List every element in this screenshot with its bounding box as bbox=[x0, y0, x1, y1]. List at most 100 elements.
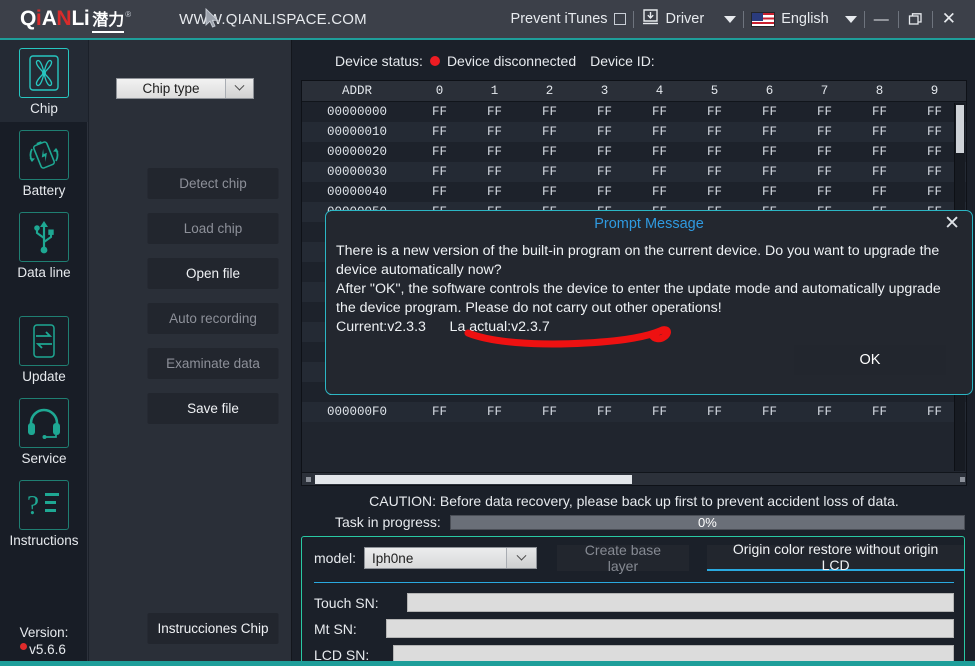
hex-byte[interactable]: FF bbox=[852, 405, 907, 419]
auto-recording-button[interactable]: Auto recording bbox=[147, 303, 279, 334]
hex-byte[interactable]: FF bbox=[412, 185, 467, 199]
maximize-button[interactable] bbox=[899, 12, 932, 27]
hex-byte[interactable]: FF bbox=[467, 165, 522, 179]
hex-byte[interactable]: FF bbox=[687, 165, 742, 179]
save-file-button[interactable]: Save file bbox=[147, 393, 279, 424]
hex-byte[interactable]: FF bbox=[412, 145, 467, 159]
open-file-button[interactable]: Open file bbox=[147, 258, 279, 289]
hex-byte[interactable]: FF bbox=[467, 405, 522, 419]
hex-byte[interactable]: FF bbox=[412, 405, 467, 419]
hex-byte[interactable]: FF bbox=[742, 405, 797, 419]
chip-type-dropdown[interactable]: Chip type bbox=[116, 78, 254, 99]
language-menu[interactable]: English bbox=[744, 11, 864, 27]
chevron-down-icon[interactable] bbox=[844, 15, 857, 23]
hex-row[interactable]: 000000F0 FF FF FF FF FF FF FF FF FF FF bbox=[302, 402, 966, 422]
hex-byte[interactable]: FF bbox=[687, 185, 742, 199]
hex-byte[interactable]: FF bbox=[742, 125, 797, 139]
prevent-itunes-toggle[interactable]: Prevent iTunes bbox=[504, 11, 633, 27]
hex-byte[interactable]: FF bbox=[577, 145, 632, 159]
hex-byte[interactable]: FF bbox=[797, 165, 852, 179]
hex-horizontal-scrollbar[interactable] bbox=[302, 472, 966, 485]
hex-byte[interactable]: FF bbox=[577, 125, 632, 139]
hex-byte[interactable]: FF bbox=[467, 185, 522, 199]
hex-byte[interactable]: FF bbox=[577, 105, 632, 119]
scrollbar-thumb[interactable] bbox=[956, 105, 964, 153]
hex-byte[interactable]: FF bbox=[577, 165, 632, 179]
sidebar-item-label: Battery bbox=[22, 183, 66, 198]
dialog-close-icon[interactable]: ✕ bbox=[944, 213, 960, 235]
hex-byte[interactable]: FF bbox=[852, 105, 907, 119]
examinate-data-button[interactable]: Examinate data bbox=[147, 348, 279, 379]
hex-byte[interactable]: FF bbox=[522, 165, 577, 179]
chevron-down-icon[interactable] bbox=[505, 548, 536, 568]
hex-byte[interactable]: FF bbox=[852, 125, 907, 139]
hex-byte[interactable]: FF bbox=[632, 405, 687, 419]
hex-byte[interactable]: FF bbox=[742, 185, 797, 199]
hex-byte[interactable]: FF bbox=[632, 105, 687, 119]
hex-row[interactable]: 00000010 FF FF FF FF FF FF FF FF FF FF bbox=[302, 122, 966, 142]
hex-byte[interactable]: FF bbox=[467, 145, 522, 159]
prevent-itunes-checkbox[interactable] bbox=[613, 13, 626, 25]
hex-byte[interactable]: FF bbox=[687, 125, 742, 139]
mt-sn-input[interactable] bbox=[386, 619, 954, 638]
hex-byte[interactable]: FF bbox=[687, 105, 742, 119]
hex-row[interactable]: 00000000 FF FF FF FF FF FF FF FF FF FF bbox=[302, 102, 966, 122]
hex-byte[interactable]: FF bbox=[577, 185, 632, 199]
hex-byte[interactable]: FF bbox=[522, 145, 577, 159]
hex-byte[interactable]: FF bbox=[797, 105, 852, 119]
hex-byte[interactable]: FF bbox=[687, 405, 742, 419]
scroll-left-arrow-icon[interactable] bbox=[302, 473, 314, 485]
hex-row[interactable]: 00000020 FF FF FF FF FF FF FF FF FF FF bbox=[302, 142, 966, 162]
sidebar-item-service[interactable]: Service bbox=[0, 390, 88, 472]
hex-byte[interactable]: FF bbox=[467, 105, 522, 119]
hex-row[interactable]: 00000030 FF FF FF FF FF FF FF FF FF FF bbox=[302, 162, 966, 182]
detect-chip-button[interactable]: Detect chip bbox=[147, 168, 279, 199]
hex-byte[interactable]: FF bbox=[632, 125, 687, 139]
origin-color-restore-tab[interactable]: Origin color restore without origin LCD bbox=[707, 541, 964, 573]
hex-row[interactable]: 00000040 FF FF FF FF FF FF FF FF FF FF bbox=[302, 182, 966, 202]
dialog-ok-button[interactable]: OK bbox=[794, 345, 946, 375]
close-button[interactable]: ✕ bbox=[933, 9, 965, 29]
hex-byte[interactable]: FF bbox=[852, 145, 907, 159]
hex-byte[interactable]: FF bbox=[797, 145, 852, 159]
hex-byte[interactable]: FF bbox=[742, 145, 797, 159]
hex-byte[interactable]: FF bbox=[742, 165, 797, 179]
hex-byte[interactable]: FF bbox=[522, 405, 577, 419]
hex-byte[interactable]: FF bbox=[742, 105, 797, 119]
hex-byte[interactable]: FF bbox=[412, 105, 467, 119]
sidebar-item-chip[interactable]: Chip bbox=[0, 40, 88, 122]
hex-byte[interactable]: FF bbox=[797, 405, 852, 419]
hex-byte[interactable]: FF bbox=[522, 105, 577, 119]
sidebar-item-instructions[interactable]: ? Instructions bbox=[0, 472, 88, 554]
hex-byte[interactable]: FF bbox=[522, 185, 577, 199]
create-base-layer-button[interactable]: Create base layer bbox=[556, 542, 690, 574]
sidebar-item-battery[interactable]: Battery bbox=[0, 122, 88, 204]
hex-byte[interactable]: FF bbox=[467, 125, 522, 139]
model-label: model: bbox=[314, 550, 357, 566]
hex-byte[interactable]: FF bbox=[632, 145, 687, 159]
chevron-down-icon[interactable] bbox=[724, 15, 737, 23]
hex-byte[interactable]: FF bbox=[797, 125, 852, 139]
hex-byte[interactable]: FF bbox=[852, 165, 907, 179]
hex-byte[interactable]: FF bbox=[412, 125, 467, 139]
scrollbar-thumb[interactable] bbox=[315, 475, 632, 484]
hex-byte[interactable]: FF bbox=[687, 145, 742, 159]
hex-byte[interactable]: FF bbox=[797, 185, 852, 199]
us-flag-icon bbox=[751, 11, 776, 27]
chevron-down-icon[interactable] bbox=[225, 79, 253, 98]
model-dropdown[interactable]: Iph0ne bbox=[364, 547, 537, 569]
touch-sn-input[interactable] bbox=[407, 593, 954, 612]
driver-menu[interactable]: Driver bbox=[634, 8, 744, 30]
scroll-right-arrow-icon[interactable] bbox=[956, 473, 966, 485]
hex-byte[interactable]: FF bbox=[852, 185, 907, 199]
sidebar-item-update[interactable]: Update bbox=[0, 308, 88, 390]
hex-byte[interactable]: FF bbox=[632, 165, 687, 179]
minimize-button[interactable]: — bbox=[865, 11, 898, 28]
hex-byte[interactable]: FF bbox=[577, 405, 632, 419]
hex-byte[interactable]: FF bbox=[522, 125, 577, 139]
hex-byte[interactable]: FF bbox=[632, 185, 687, 199]
instrucciones-chip-button[interactable]: Instrucciones Chip bbox=[147, 613, 279, 644]
hex-byte[interactable]: FF bbox=[412, 165, 467, 179]
sidebar-item-data-line[interactable]: Data line bbox=[0, 204, 88, 286]
load-chip-button[interactable]: Load chip bbox=[147, 213, 279, 244]
